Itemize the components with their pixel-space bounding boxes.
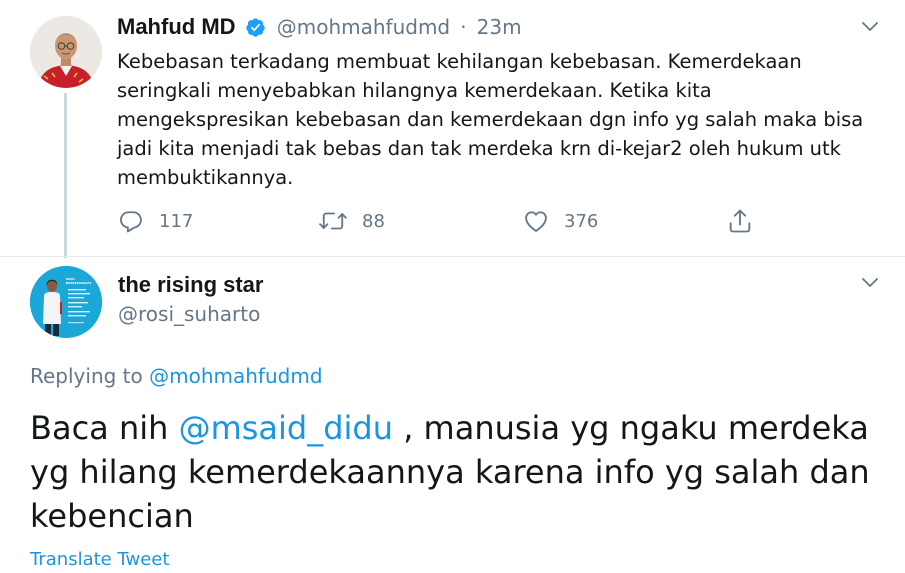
retweet-button[interactable]: 88 [318, 205, 385, 237]
replying-to-link[interactable]: @mohmahfudmd [149, 364, 322, 388]
retweet-icon [318, 207, 348, 235]
thread-connector-line [64, 93, 67, 258]
tweet-2-text: Baca nih @msaid_didu , manusia yg ngaku … [30, 406, 890, 538]
tweet-2-display-name-wrap: the rising star [118, 272, 263, 298]
mention-link[interactable]: @msaid_didu [179, 409, 393, 447]
share-icon [726, 207, 754, 235]
tweet-1[interactable]: Mahfud MD @mohmahfudmd · 23m Kebebasan t… [0, 0, 905, 258]
heart-icon [522, 207, 550, 235]
tweet-1-actions: 117 88 376 [117, 205, 777, 237]
tweet-1-text: Kebebasan terkadang membuat kehilangan k… [117, 50, 864, 189]
translate-tweet-link[interactable]: Translate Tweet [30, 549, 169, 570]
replying-to: Replying to @mohmahfudmd [30, 364, 323, 388]
separator-dot: · [460, 15, 467, 39]
avatar-rising-star[interactable]: MARI BERSEMANGAT [30, 266, 102, 338]
reply-icon [117, 207, 145, 235]
user-handle[interactable]: @rosi_suharto [118, 302, 260, 326]
tweet-2-text-start: Baca nih [30, 409, 179, 447]
share-button[interactable] [726, 205, 754, 237]
reply-button[interactable]: 117 [117, 205, 193, 237]
tweet-divider [0, 256, 905, 257]
display-name[interactable]: Mahfud MD [117, 14, 236, 39]
replying-prefix: Replying to [30, 364, 143, 388]
chevron-down-icon[interactable] [860, 20, 880, 34]
svg-text:BERSEMANGAT: BERSEMANGAT [66, 281, 92, 285]
chevron-down-icon[interactable] [860, 276, 880, 290]
timestamp[interactable]: 23m [477, 15, 522, 39]
like-count: 376 [564, 210, 599, 232]
avatar-mahfud[interactable] [30, 16, 102, 88]
verified-badge-icon [245, 17, 266, 38]
retweet-count: 88 [362, 210, 385, 232]
reply-count: 117 [159, 210, 194, 232]
user-handle[interactable]: @mohmahfudmd [277, 15, 450, 39]
like-button[interactable]: 376 [522, 205, 598, 237]
display-name[interactable]: the rising star [118, 272, 263, 297]
tweet-1-header: Mahfud MD @mohmahfudmd · 23m [117, 14, 522, 44]
